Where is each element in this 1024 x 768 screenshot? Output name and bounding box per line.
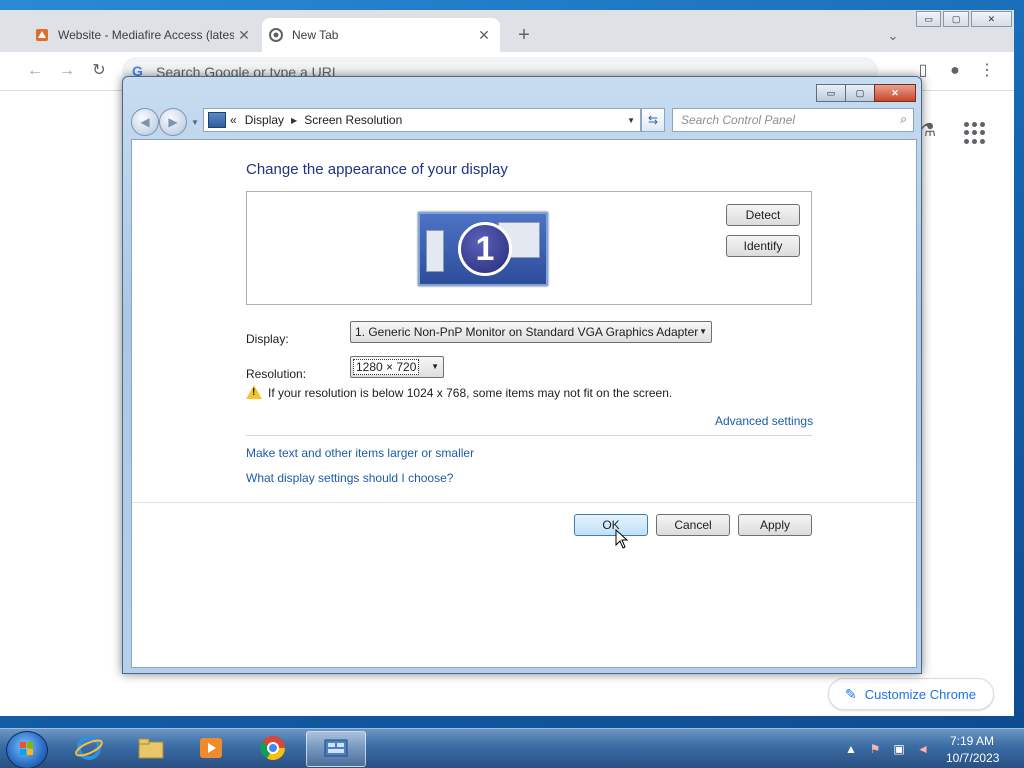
page-title: Change the appearance of your display bbox=[246, 161, 508, 178]
taskbar-internet-explorer[interactable] bbox=[60, 731, 118, 765]
close-button[interactable]: ✕ bbox=[970, 11, 1012, 27]
taskbar-control-panel[interactable] bbox=[306, 731, 366, 767]
taskbar-chrome[interactable] bbox=[244, 731, 302, 765]
identify-button[interactable]: Identify bbox=[726, 235, 800, 257]
cancel-button[interactable]: Cancel bbox=[656, 514, 730, 536]
control-panel-icon bbox=[324, 739, 348, 757]
tab-title: New Tab bbox=[292, 28, 339, 42]
display-select[interactable]: 1. Generic Non-PnP Monitor on Standard V… bbox=[350, 321, 712, 343]
divider bbox=[246, 435, 812, 436]
breadcrumb-prefix[interactable]: « bbox=[230, 113, 237, 127]
advanced-settings-link[interactable]: Advanced settings bbox=[715, 414, 813, 428]
minimize-button[interactable]: ▭ bbox=[816, 84, 845, 102]
volume-muted-icon[interactable]: ◄ bbox=[916, 742, 930, 756]
screen-resolution-window: ▭ ▢ ✕ ◀ ▶ ▼ « Display ▶ Screen Resolutio… bbox=[122, 76, 922, 674]
show-hidden-icons-icon[interactable]: ▲ bbox=[844, 742, 858, 756]
display-label: Display: bbox=[246, 332, 289, 346]
display-select-value: 1. Generic Non-PnP Monitor on Standard V… bbox=[355, 325, 699, 339]
google-apps-icon[interactable] bbox=[964, 122, 986, 144]
resolution-select[interactable]: 1280 × 720 ▼ bbox=[350, 356, 444, 378]
clock-time[interactable]: 7:19 AM bbox=[950, 734, 994, 748]
mediafire-favicon-icon bbox=[34, 27, 50, 43]
back-forward-buttons: ◀ ▶ ▼ bbox=[131, 108, 199, 136]
customize-chrome-button[interactable]: ✎ Customize Chrome bbox=[828, 678, 994, 710]
mouse-cursor-icon bbox=[615, 529, 629, 549]
search-placeholder: Search Control Panel bbox=[681, 113, 796, 127]
back-button[interactable]: ◀ bbox=[131, 108, 159, 136]
chevron-down-icon: ▼ bbox=[699, 327, 707, 336]
breadcrumb-chevron-icon[interactable]: ▶ bbox=[291, 116, 297, 125]
resolution-warning-text: If your resolution is below 1024 x 768, … bbox=[268, 386, 673, 400]
monitor-arrangement-area: 1 Detect Identify bbox=[246, 191, 812, 305]
pencil-icon: ✎ bbox=[845, 685, 857, 702]
taskbar-file-explorer[interactable] bbox=[122, 731, 180, 765]
start-button[interactable] bbox=[6, 731, 48, 768]
minimize-button[interactable]: ▭ bbox=[916, 11, 942, 27]
window-controls: ▭ ▢ ✕ bbox=[816, 84, 916, 102]
detect-button[interactable]: Detect bbox=[726, 204, 800, 226]
address-bar[interactable]: « Display ▶ Screen Resolution ▼ bbox=[203, 108, 641, 132]
resolution-select-value: 1280 × 720 bbox=[353, 359, 420, 375]
address-dropdown-icon[interactable]: ▼ bbox=[627, 116, 635, 125]
internet-explorer-icon bbox=[75, 736, 103, 760]
tab-title: Website - Mediafire Access (lates bbox=[58, 28, 234, 42]
clock-date[interactable]: 10/7/2023 bbox=[946, 751, 999, 765]
chrome-favicon-icon bbox=[268, 27, 284, 43]
close-button[interactable]: ✕ bbox=[874, 84, 916, 102]
warning-exclamation: ! bbox=[252, 387, 256, 398]
maximize-button[interactable]: ▢ bbox=[845, 84, 874, 102]
monitor-number-badge: 1 bbox=[458, 222, 512, 276]
labs-flask-icon[interactable]: ⚗ bbox=[920, 120, 936, 141]
taskbar-media-player[interactable] bbox=[182, 731, 240, 765]
back-arrow-icon[interactable]: ← bbox=[24, 60, 46, 82]
resolution-label: Resolution: bbox=[246, 367, 307, 381]
profile-avatar-icon[interactable]: ● bbox=[944, 60, 966, 82]
search-control-panel-input[interactable]: Search Control Panel ⌕ bbox=[672, 108, 914, 132]
apply-button[interactable]: Apply bbox=[738, 514, 812, 536]
recent-pages-dropdown-icon[interactable]: ▼ bbox=[191, 118, 199, 127]
tab-close-icon[interactable]: ✕ bbox=[234, 27, 254, 44]
reload-icon[interactable]: ↻ bbox=[88, 60, 110, 82]
media-player-icon bbox=[200, 738, 222, 758]
chevron-down-icon: ▼ bbox=[431, 362, 439, 371]
network-icon[interactable]: ▣ bbox=[892, 742, 906, 756]
taskbar: ▲ ⚑ ▣ ◄ 7:19 AM 10/7/2023 bbox=[0, 728, 1024, 768]
chrome-window-controls: ▭ ▢ ✕ bbox=[916, 11, 1014, 27]
display-settings-help-link[interactable]: What display settings should I choose? bbox=[246, 471, 453, 485]
breadcrumb-screen-resolution[interactable]: Screen Resolution bbox=[304, 113, 402, 127]
breadcrumb-display[interactable]: Display bbox=[245, 113, 284, 127]
navigation-bar: ◀ ▶ ▼ « Display ▶ Screen Resolution ▼ ⇆ … bbox=[131, 105, 914, 137]
content-pane: Change the appearance of your display 1 … bbox=[131, 139, 917, 668]
ok-button[interactable]: OK bbox=[574, 514, 648, 536]
tab-search-button[interactable]: ⌄ bbox=[884, 28, 902, 44]
file-explorer-icon bbox=[138, 738, 164, 759]
forward-button[interactable]: ▶ bbox=[159, 108, 187, 136]
tab-mediafire[interactable]: Website - Mediafire Access (lates ✕ bbox=[28, 18, 260, 52]
chrome-icon bbox=[260, 736, 285, 761]
action-center-icon[interactable]: ⚑ bbox=[868, 742, 882, 756]
refresh-button[interactable]: ⇆ bbox=[641, 108, 665, 132]
text-size-link[interactable]: Make text and other items larger or smal… bbox=[246, 446, 474, 460]
tab-close-icon[interactable]: ✕ bbox=[474, 27, 494, 44]
menu-kebab-icon[interactable]: ⋮ bbox=[976, 60, 998, 82]
new-tab-button[interactable]: + bbox=[512, 24, 536, 48]
system-tray: ▲ ⚑ ▣ ◄ 7:19 AM 10/7/2023 bbox=[840, 729, 1024, 768]
forward-arrow-icon[interactable]: → bbox=[56, 60, 78, 82]
search-icon[interactable]: ⌕ bbox=[900, 112, 907, 127]
tab-new-tab[interactable]: New Tab ✕ bbox=[262, 18, 500, 52]
control-panel-icon bbox=[208, 112, 226, 128]
maximize-button[interactable]: ▢ bbox=[943, 11, 969, 27]
monitor-1-thumbnail[interactable]: 1 bbox=[418, 212, 548, 286]
tab-strip: Website - Mediafire Access (lates ✕ New … bbox=[0, 10, 1014, 52]
window-thumbnail bbox=[426, 230, 444, 272]
customize-chrome-label: Customize Chrome bbox=[864, 686, 976, 702]
divider bbox=[132, 502, 916, 503]
